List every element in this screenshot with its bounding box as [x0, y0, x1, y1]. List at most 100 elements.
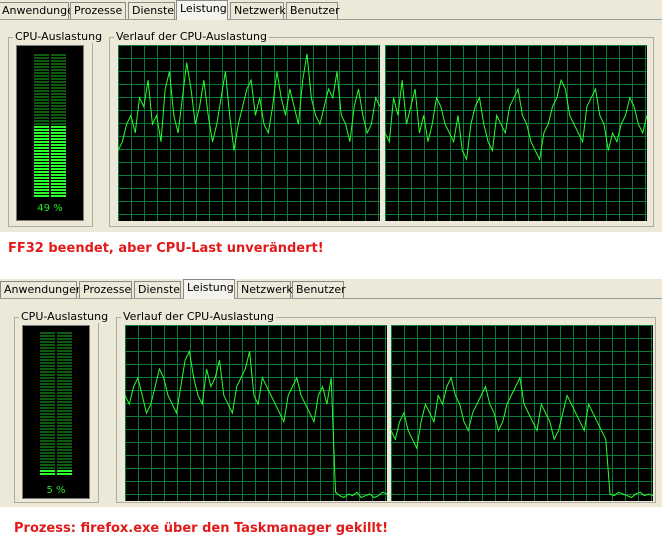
meter-segment-dim: [57, 425, 72, 427]
meter-segment-dim: [40, 383, 55, 385]
meter-segment-dim: [57, 437, 72, 439]
tab-netzwerk[interactable]: Netzwerk: [237, 281, 293, 298]
meter-segment-dim: [57, 386, 72, 388]
tab-prozesse[interactable]: Prozesse: [79, 281, 132, 298]
meter-segment-dim: [57, 449, 72, 451]
tab-netzwerk[interactable]: Netzwerk: [230, 2, 286, 19]
tab-divider: [0, 19, 662, 20]
meter-segment-dim: [34, 69, 49, 71]
cpu-history-graph-core-2: [391, 325, 653, 501]
meter-segment-dim: [40, 455, 55, 457]
meter-segment-dim: [51, 108, 66, 110]
meter-segment-dim: [57, 395, 72, 397]
meter-segment-dim: [51, 66, 66, 68]
meter-segment-lit: [51, 141, 66, 143]
meter-segment-dim: [40, 398, 55, 400]
meter-segment-lit: [34, 144, 49, 146]
meter-segment-dim: [40, 440, 55, 442]
meter-segment-dim: [57, 365, 72, 367]
meter-segment-dim: [57, 350, 72, 352]
meter-segment-dim: [51, 93, 66, 95]
cpu-history-group-label: Verlauf der CPU-Auslastung: [121, 310, 276, 323]
meter-segment-dim: [34, 78, 49, 80]
meter-segment-lit: [51, 150, 66, 152]
meter-segment-dim: [57, 332, 72, 334]
meter-segment-lit: [51, 168, 66, 170]
task-manager-panel-2: Anwendungen Prozesse Dienste Leistung Ne…: [0, 279, 662, 507]
meter-segment-dim: [34, 123, 49, 125]
meter-segment-dim: [51, 90, 66, 92]
meter-segment-dim: [57, 467, 72, 469]
meter-segment-lit: [51, 162, 66, 164]
meter-segment-dim: [40, 395, 55, 397]
meter-segment-dim: [57, 398, 72, 400]
meter-segment-lit: [51, 171, 66, 173]
meter-segment-dim: [51, 78, 66, 80]
tab-anwendungen[interactable]: Anwendungen: [0, 2, 81, 19]
tab-dienste[interactable]: Dienste: [128, 2, 175, 19]
meter-segment-dim: [57, 434, 72, 436]
meter-segment-lit: [34, 138, 49, 140]
meter-segment-dim: [40, 443, 55, 445]
meter-segment-dim: [57, 353, 72, 355]
meter-segment-dim: [34, 54, 49, 56]
meter-segment-dim: [34, 84, 49, 86]
meter-segment-lit: [34, 192, 49, 194]
meter-segment-dim: [51, 117, 66, 119]
meter-segment-lit: [51, 156, 66, 158]
meter-segment-lit: [34, 147, 49, 149]
meter-segment-dim: [40, 437, 55, 439]
meter-segment-dim: [51, 87, 66, 89]
task-manager-panel-1: Anwendungen Prozesse Dienste Leistung Ne…: [0, 0, 662, 232]
meter-segment-dim: [57, 464, 72, 466]
meter-segment-dim: [40, 377, 55, 379]
meter-segment-dim: [34, 108, 49, 110]
meter-segment-dim: [40, 386, 55, 388]
meter-segment-lit: [51, 165, 66, 167]
meter-segment-dim: [34, 93, 49, 95]
meter-segment-dim: [57, 455, 72, 457]
tab-benutzer[interactable]: Benutzer: [292, 281, 346, 298]
tab-benutzer[interactable]: Benutzer: [286, 2, 340, 19]
meter-segment-lit: [34, 180, 49, 182]
meter-segment-lit: [34, 135, 49, 137]
tab-leistung[interactable]: Leistung: [183, 279, 235, 299]
cpu-history-graph-core-1: [125, 325, 387, 501]
meter-segment-dim: [40, 368, 55, 370]
meter-segment-dim: [40, 380, 55, 382]
meter-segment-dim: [34, 72, 49, 74]
meter-segment-lit: [34, 174, 49, 176]
tab-bar: Anwendungen Prozesse Dienste Leistung Ne…: [0, 279, 662, 299]
meter-segment-dim: [40, 350, 55, 352]
tab-leistung[interactable]: Leistung: [176, 0, 228, 20]
meter-segment-lit: [51, 153, 66, 155]
meter-segment-dim: [40, 353, 55, 355]
meter-segment-dim: [34, 63, 49, 65]
meter-segment-dim: [40, 425, 55, 427]
tab-dienste[interactable]: Dienste: [134, 281, 181, 298]
meter-segment-dim: [51, 60, 66, 62]
meter-segment-dim: [57, 368, 72, 370]
meter-segment-lit: [51, 126, 66, 128]
tab-anwendungen[interactable]: Anwendungen: [0, 281, 83, 298]
meter-segment-dim: [51, 72, 66, 74]
meter-segment-lit: [34, 153, 49, 155]
meter-segment-dim: [40, 428, 55, 430]
meter-segment-dim: [51, 105, 66, 107]
meter-segment-lit: [51, 138, 66, 140]
meter-segment-dim: [40, 356, 55, 358]
meter-segment-lit: [40, 470, 55, 472]
meter-segment-dim: [57, 377, 72, 379]
meter-segment-dim: [51, 75, 66, 77]
meter-segment-dim: [34, 117, 49, 119]
caption-bottom: Prozess: firefox.exe über den Taskmanage…: [14, 521, 389, 536]
tab-prozesse[interactable]: Prozesse: [70, 2, 126, 19]
meter-segment-lit: [34, 159, 49, 161]
meter-segment-lit: [51, 129, 66, 131]
meter-segment-dim: [57, 461, 72, 463]
meter-segment-dim: [57, 443, 72, 445]
meter-segment-dim: [40, 461, 55, 463]
meter-segment-dim: [34, 66, 49, 68]
caption-top: FF32 beendet, aber CPU-Last unverändert!: [8, 241, 324, 256]
meter-segment-dim: [57, 356, 72, 358]
